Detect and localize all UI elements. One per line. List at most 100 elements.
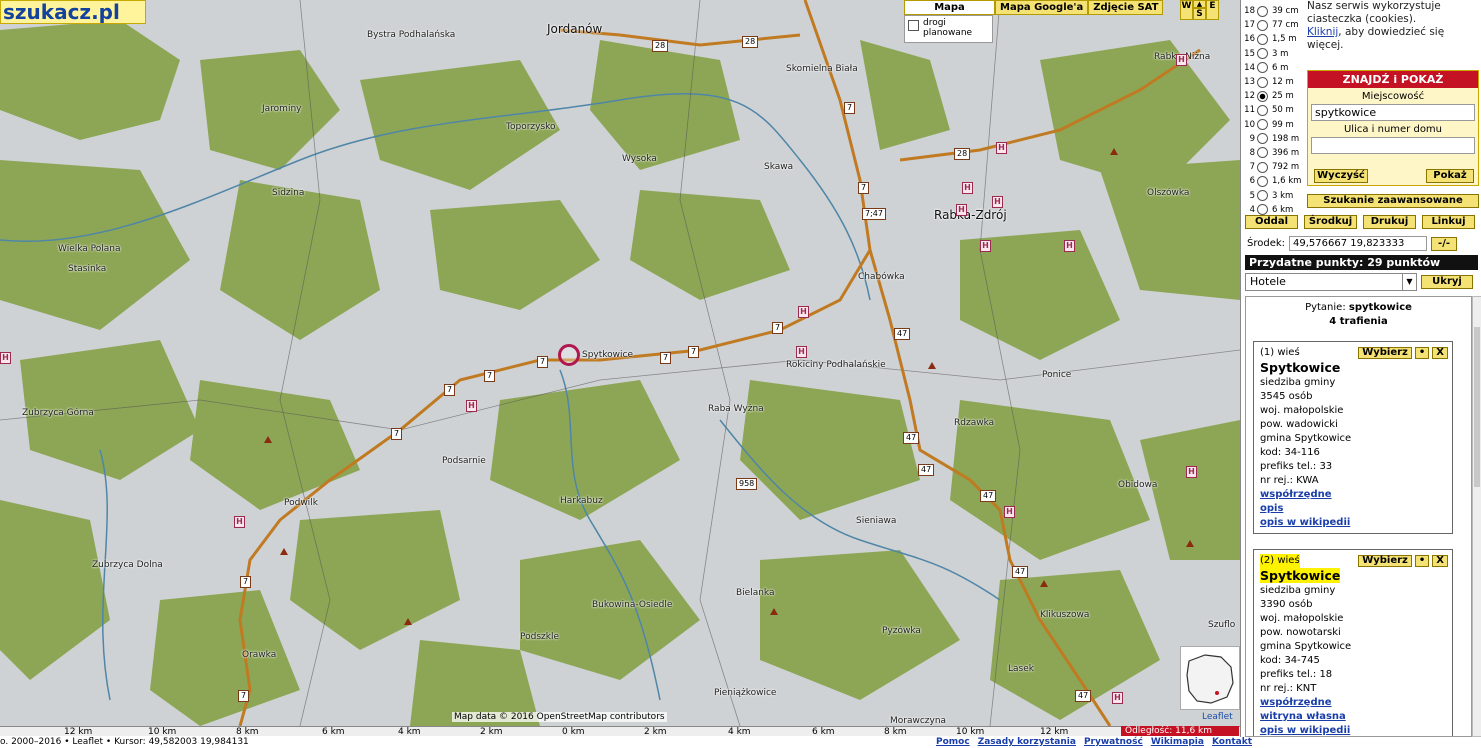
- zoom-level-option[interactable]: 8 396 m: [1243, 146, 1305, 160]
- zoom-level-option[interactable]: 7 792 m: [1243, 160, 1305, 174]
- zoom-radio[interactable]: [1257, 62, 1268, 74]
- center-button[interactable]: Środkuj: [1304, 215, 1357, 229]
- zoom-level-option[interactable]: 13 12 m: [1243, 75, 1305, 89]
- zoom-radio[interactable]: [1257, 5, 1268, 17]
- zoom-level-option[interactable]: 9 198 m: [1243, 132, 1305, 146]
- zoom-level-option[interactable]: 14 6 m: [1243, 61, 1305, 75]
- map-type-mapa-button[interactable]: Mapa: [904, 0, 995, 15]
- footer-link-privacy[interactable]: Prywatność: [1084, 737, 1143, 747]
- road-number: 7: [688, 346, 700, 358]
- result-link-coordinates[interactable]: współrzędne: [1260, 488, 1448, 502]
- hotel-icon[interactable]: H: [980, 240, 991, 252]
- zoom-radio[interactable]: [1257, 33, 1268, 45]
- cookie-more-link[interactable]: Kliknij: [1307, 26, 1338, 38]
- zoom-radio[interactable]: [1257, 119, 1268, 131]
- advanced-search-button[interactable]: Szukanie zaawansowane: [1307, 194, 1479, 208]
- close-result-button[interactable]: X: [1432, 347, 1448, 359]
- hotel-icon[interactable]: H: [1186, 466, 1197, 478]
- hotel-icon[interactable]: H: [234, 516, 245, 528]
- results-count: 4 trafienia: [1329, 316, 1388, 327]
- zoom-radio[interactable]: [1257, 133, 1268, 145]
- pan-north-icon[interactable]: ▲: [1193, 0, 1206, 8]
- result-link-description[interactable]: opis: [1260, 502, 1448, 516]
- pan-west-button[interactable]: W: [1180, 0, 1193, 20]
- zoom-level-option[interactable]: 17 77 cm: [1243, 18, 1305, 32]
- pan-south-button[interactable]: S: [1193, 8, 1206, 20]
- result-link-website[interactable]: witryna własna: [1260, 710, 1448, 724]
- select-result-button[interactable]: Wybierz: [1358, 555, 1412, 567]
- zoom-radio[interactable]: [1257, 175, 1268, 187]
- zoom-level-option[interactable]: 11 50 m: [1243, 103, 1305, 117]
- hotel-icon[interactable]: H: [1064, 240, 1075, 252]
- zoom-radio[interactable]: [1257, 48, 1268, 60]
- zoom-level-option[interactable]: 18 39 cm: [1243, 4, 1305, 18]
- hide-points-button[interactable]: Ukryj: [1421, 275, 1473, 289]
- road-number: 47: [980, 490, 997, 502]
- map-type-satellite-button[interactable]: Zdjęcie SAT: [1088, 0, 1164, 15]
- zoom-out-button[interactable]: Oddal: [1245, 215, 1298, 229]
- scrollbar-thumb[interactable]: [1474, 327, 1480, 487]
- hotel-icon[interactable]: H: [798, 306, 809, 318]
- results-scrollbar[interactable]: [1472, 296, 1481, 737]
- zoom-radio-selected[interactable]: [1257, 90, 1268, 102]
- zoom-radio[interactable]: [1257, 19, 1268, 31]
- zoom-radio[interactable]: [1257, 161, 1268, 173]
- hotel-icon[interactable]: H: [1176, 54, 1187, 66]
- footer-link-wikimapia[interactable]: Wikimapia: [1151, 737, 1204, 747]
- poland-minimap[interactable]: [1180, 646, 1240, 710]
- zoom-radio[interactable]: [1257, 104, 1268, 116]
- hotel-icon[interactable]: H: [996, 142, 1007, 154]
- select-result-button[interactable]: Wybierz: [1358, 347, 1412, 359]
- zoom-level-number: 18: [1244, 6, 1255, 17]
- pan-east-button[interactable]: E: [1206, 0, 1219, 20]
- road-number: 7: [772, 322, 784, 334]
- zoom-level-option[interactable]: 16 1,5 m: [1243, 32, 1305, 46]
- zoom-radio[interactable]: [1257, 76, 1268, 88]
- link-button[interactable]: Linkuj: [1422, 215, 1475, 229]
- result-link-coordinates[interactable]: współrzędne: [1260, 696, 1448, 710]
- hotel-icon[interactable]: H: [466, 400, 477, 412]
- zoom-level-option[interactable]: 6 1,6 km: [1243, 174, 1305, 188]
- chevron-down-icon[interactable]: ▼: [1402, 274, 1416, 290]
- hotel-icon[interactable]: H: [956, 204, 967, 216]
- result-link-wikipedia[interactable]: opis w wikipedii: [1260, 516, 1448, 530]
- clear-button[interactable]: Wyczyść: [1314, 169, 1368, 183]
- zoom-level-distance: 25 m: [1272, 91, 1294, 102]
- leaflet-attribution-link[interactable]: Leaflet: [1202, 712, 1233, 722]
- planned-roads-checkbox[interactable]: [908, 20, 919, 31]
- close-result-button[interactable]: X: [1432, 555, 1448, 567]
- coordinates-format-button[interactable]: -/-: [1431, 236, 1458, 251]
- map-type-google-button[interactable]: Mapa Google'a: [995, 0, 1089, 15]
- print-button[interactable]: Drukuj: [1363, 215, 1416, 229]
- hotel-icon[interactable]: H: [962, 182, 973, 194]
- street-input[interactable]: [1311, 137, 1475, 154]
- hotel-icon[interactable]: H: [1004, 506, 1015, 518]
- locate-result-button[interactable]: •: [1414, 555, 1430, 567]
- hotel-icon[interactable]: H: [1112, 692, 1123, 704]
- footer-link-terms[interactable]: Zasady korzystania: [978, 737, 1076, 747]
- zoom-radio[interactable]: [1257, 147, 1268, 159]
- locate-result-button[interactable]: •: [1414, 347, 1430, 359]
- planned-roads-toggle[interactable]: drogi planowane: [904, 15, 993, 43]
- zoom-level-option[interactable]: 5 3 km: [1243, 188, 1305, 202]
- center-coordinates-input[interactable]: 49,576667 19,823333: [1289, 236, 1428, 251]
- location-marker-icon[interactable]: [558, 344, 580, 366]
- query-label: Pytanie:: [1305, 302, 1346, 313]
- zoom-level-option[interactable]: 12 25 m: [1243, 89, 1305, 103]
- footer-link-help[interactable]: Pomoc: [936, 737, 970, 747]
- zoom-level-option[interactable]: 15 3 m: [1243, 47, 1305, 61]
- map-view[interactable]: szukacz.pl Mapa Mapa Google'a Zdjęcie SA…: [0, 0, 1240, 726]
- peak-icon: [264, 436, 272, 443]
- hotel-icon[interactable]: H: [992, 196, 1003, 208]
- show-button[interactable]: Pokaż: [1426, 169, 1474, 183]
- site-logo[interactable]: szukacz.pl: [0, 0, 146, 24]
- city-input[interactable]: spytkowice: [1311, 104, 1475, 121]
- footer-link-contact[interactable]: Kontakt: [1212, 737, 1252, 747]
- points-category-select[interactable]: Hotele ▼: [1245, 273, 1417, 291]
- zoom-level-option[interactable]: 10 99 m: [1243, 118, 1305, 132]
- hotel-icon[interactable]: H: [796, 346, 807, 358]
- zoom-radio[interactable]: [1257, 190, 1268, 202]
- result-link-wikipedia[interactable]: opis w wikipedii: [1260, 724, 1448, 736]
- hotel-icon[interactable]: H: [0, 352, 11, 364]
- zoom-radio[interactable]: [1257, 204, 1268, 216]
